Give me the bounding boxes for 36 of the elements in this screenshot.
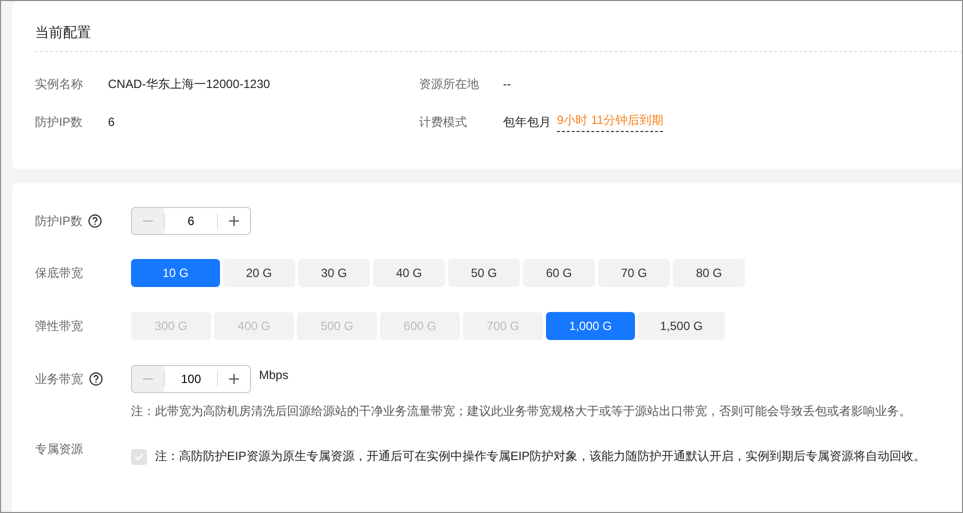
field-label: 资源所在地: [419, 76, 480, 92]
field-label: 防护IP数: [35, 114, 84, 130]
field-value: CNAD-华东上海一12000-1230: [108, 76, 270, 92]
note-text: 注：此带宽为高防机房清洗后回源给源站的干净业务流量带宽；建议此业务带宽规格大于或等于源站出口带宽，否则可能会导致丢包或者影响业务。: [131, 403, 911, 420]
number-stepper[interactable]: 6: [131, 207, 251, 235]
help-icon[interactable]: [88, 214, 102, 228]
option-button[interactable]: 20 G: [223, 259, 295, 287]
help-icon[interactable]: [89, 372, 103, 386]
number-input[interactable]: 100: [164, 371, 218, 387]
field-label: 专属资源: [35, 440, 83, 458]
option-button[interactable]: 30 G: [298, 259, 370, 287]
note-text: 注：高防防护EIP资源为原生专属资源，开通后可在实例中操作专属EIP防护对象，该能力随防护开通默认开启，实例到期后专属资源将自动回收。: [155, 448, 926, 465]
field-label: 计费模式: [419, 114, 468, 130]
option-button[interactable]: 60 G: [523, 259, 595, 287]
field-value: 包年包月: [503, 114, 551, 130]
number-stepper[interactable]: 100: [131, 365, 251, 393]
option-button[interactable]: 80 G: [673, 259, 745, 287]
check-icon: [134, 452, 144, 462]
option-button[interactable]: 70 G: [598, 259, 670, 287]
field-label: 防护IP数: [35, 212, 82, 230]
number-input[interactable]: 6: [164, 213, 218, 229]
option-button[interactable]: 1,500 G: [638, 312, 725, 340]
field-label: 实例名称: [35, 76, 84, 92]
field-value: --: [503, 77, 511, 91]
field-label: 弹性带宽: [35, 318, 83, 334]
option-button[interactable]: 1,000 G: [546, 312, 635, 340]
plus-icon: [228, 215, 240, 227]
option-button[interactable]: 10 G: [131, 259, 220, 287]
plus-icon: [228, 373, 240, 385]
field-label: 业务带宽: [35, 370, 83, 388]
field-value: 6: [108, 115, 115, 129]
option-button[interactable]: 50 G: [448, 259, 520, 287]
unit-label: Mbps: [259, 367, 288, 384]
option-button[interactable]: 40 G: [373, 259, 445, 287]
field-label: 保底带宽: [35, 264, 83, 282]
section-title: 当前配置: [35, 1, 962, 52]
